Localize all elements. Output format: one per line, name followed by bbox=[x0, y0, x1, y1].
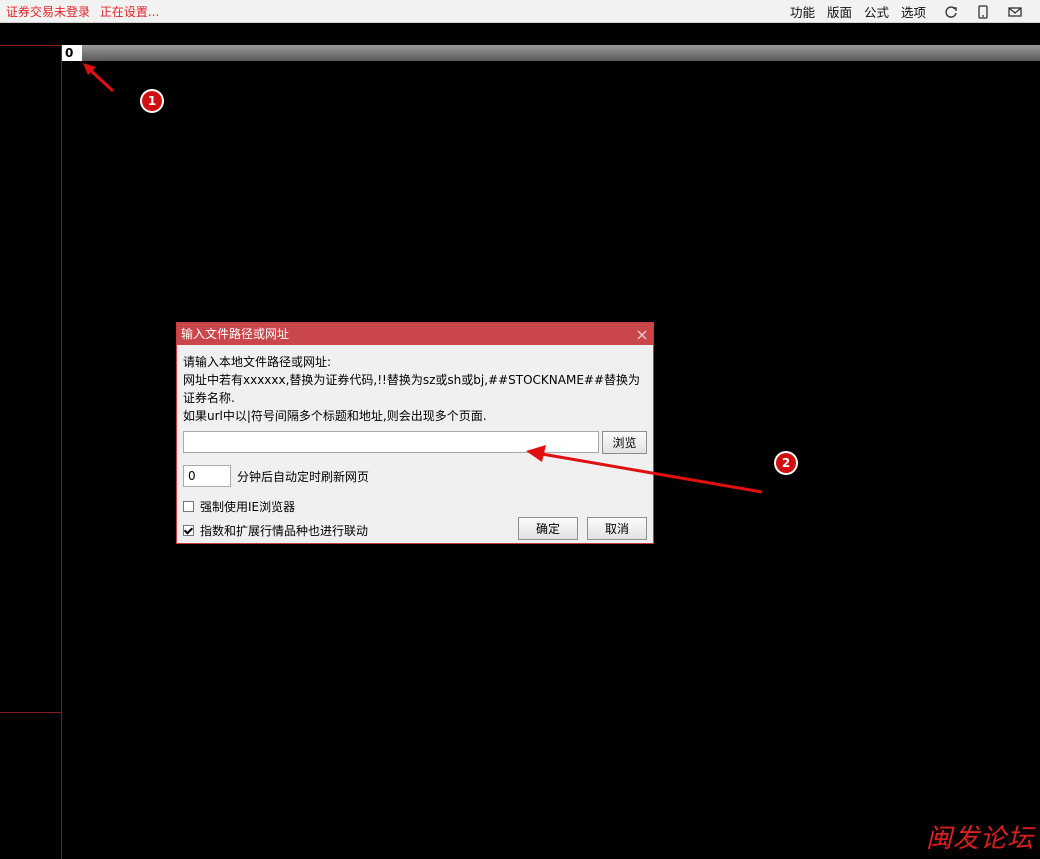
url-input-dialog: 输入文件路径或网址 请输入本地文件路径或网址: 网址中若有xxxxxx,替换为证… bbox=[176, 322, 654, 544]
menu-options[interactable]: 选项 bbox=[901, 2, 926, 21]
setting-status: 正在设置... bbox=[99, 5, 160, 19]
dialog-title: 输入文件路径或网址 bbox=[181, 327, 290, 341]
desc-line-1: 请输入本地文件路径或网址: bbox=[183, 355, 332, 369]
link-label[interactable]: 指数和扩展行情品种也进行联动 bbox=[200, 522, 368, 539]
ok-button[interactable]: 确定 bbox=[518, 517, 578, 540]
frame-line-top bbox=[0, 45, 62, 46]
path-row: 浏览 bbox=[183, 431, 647, 454]
watermark: 闽发论坛 bbox=[925, 824, 1034, 854]
phone-icon[interactable] bbox=[976, 4, 990, 19]
refresh-minutes-row: 分钟后自动定时刷新网页 bbox=[183, 465, 369, 487]
dialog-title-bar: 输入文件路径或网址 bbox=[177, 323, 653, 345]
desc-line-2: 网址中若有xxxxxx,替换为证券代码,!!替换为sz或sh或bj,##STOC… bbox=[183, 373, 641, 405]
status-area: 证券交易未登录 正在设置... bbox=[6, 3, 165, 20]
annotation-arrow-1 bbox=[83, 63, 115, 93]
force-ie-label[interactable]: 强制使用IE浏览器 bbox=[200, 498, 295, 515]
menu-layout[interactable]: 版面 bbox=[827, 2, 852, 21]
link-checkbox[interactable] bbox=[183, 525, 194, 536]
annotation-badge-1: 1 bbox=[142, 91, 162, 111]
refresh-minutes-label: 分钟后自动定时刷新网页 bbox=[237, 469, 370, 484]
path-input[interactable] bbox=[183, 431, 599, 453]
refresh-minutes-input[interactable] bbox=[183, 465, 231, 487]
tab-0[interactable]: 0 bbox=[62, 45, 82, 61]
dialog-description: 请输入本地文件路径或网址: 网址中若有xxxxxx,替换为证券代码,!!替换为s… bbox=[183, 353, 647, 425]
link-row: 指数和扩展行情品种也进行联动 bbox=[183, 522, 368, 539]
force-ie-row: 强制使用IE浏览器 bbox=[183, 498, 295, 515]
menu-bar: 功能 版面 公式 选项 bbox=[790, 0, 1040, 23]
force-ie-checkbox[interactable] bbox=[183, 501, 194, 512]
annotation-badge-2: 2 bbox=[776, 453, 796, 473]
top-bar: 证券交易未登录 正在设置... 功能 版面 公式 选项 bbox=[0, 0, 1040, 23]
menu-function[interactable]: 功能 bbox=[790, 2, 815, 21]
dialog-body: 请输入本地文件路径或网址: 网址中若有xxxxxx,替换为证券代码,!!替换为s… bbox=[177, 345, 653, 425]
menu-formula[interactable]: 公式 bbox=[864, 2, 889, 21]
cancel-button[interactable]: 取消 bbox=[587, 517, 647, 540]
close-icon[interactable] bbox=[635, 327, 649, 341]
refresh-icon[interactable] bbox=[944, 5, 958, 19]
mail-icon[interactable] bbox=[1008, 5, 1022, 19]
browse-button[interactable]: 浏览 bbox=[602, 431, 647, 454]
login-status[interactable]: 证券交易未登录 bbox=[6, 5, 90, 19]
frame-line-bottom bbox=[0, 712, 62, 713]
desc-line-3: 如果url中以|符号间隔多个标题和地址,则会出现多个页面. bbox=[183, 409, 487, 423]
frame-line-vertical bbox=[61, 45, 62, 859]
tab-strip: 0 bbox=[62, 45, 1040, 61]
